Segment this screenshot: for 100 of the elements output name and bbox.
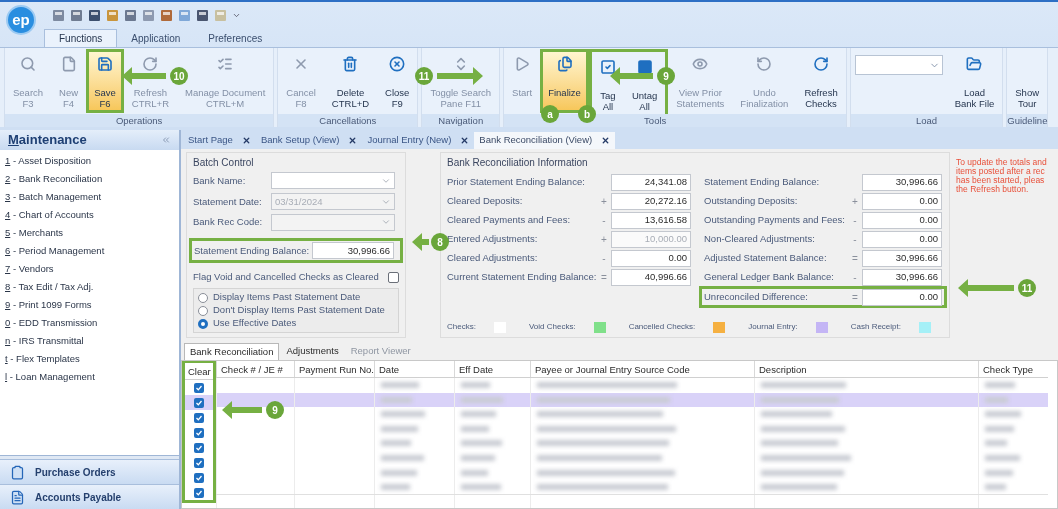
readonly-field[interactable]: 0.00 xyxy=(862,192,942,210)
ribbon-tab[interactable]: Functions xyxy=(44,29,118,47)
panel-title: Batch Control xyxy=(193,156,255,170)
close-icon[interactable] xyxy=(348,136,358,145)
ribbon-button[interactable]: Delete CTRL+D xyxy=(323,49,378,113)
ribbon-button[interactable]: Refresh Checks xyxy=(796,49,846,113)
radio-button[interactable] xyxy=(198,305,208,316)
readonly-field[interactable]: 20,272.16 xyxy=(611,192,691,210)
checkbox[interactable] xyxy=(194,412,204,423)
field-label: Entered Adjustments: xyxy=(447,231,539,246)
readonly-field[interactable]: 30,996.66 xyxy=(862,249,942,267)
legend-label: Cash Receipt: xyxy=(850,321,901,333)
readonly-field[interactable]: 0.00 xyxy=(862,288,942,306)
toolbar-icon[interactable] xyxy=(124,8,137,22)
callout-arrow xyxy=(958,279,1014,297)
menu-item[interactable]: 1 - Asset Disposition xyxy=(5,152,179,170)
group-label: Tools xyxy=(644,115,667,126)
note-text: has been started, pleas xyxy=(956,176,1046,185)
readonly-field[interactable]: 40,996.66 xyxy=(611,268,691,286)
close-icon[interactable] xyxy=(460,136,470,145)
group-label: Load xyxy=(915,115,938,126)
field-label: Statement Date: xyxy=(193,194,263,209)
toolbar-icon[interactable] xyxy=(52,8,65,22)
sign-text: = xyxy=(600,270,608,285)
blurred-text xyxy=(985,469,1013,476)
column-header[interactable]: Eff Date xyxy=(454,361,530,377)
menu-item[interactable]: 7 - Vendors xyxy=(5,260,179,278)
menu-item[interactable]: t - Flex Templates xyxy=(5,350,179,368)
document-tab[interactable]: Journal Entry (New) xyxy=(362,132,475,149)
menu-item[interactable]: 2 - Bank Reconciliation xyxy=(5,170,179,188)
callout-arrow xyxy=(437,67,483,85)
blurred-text xyxy=(461,382,490,389)
menu-item[interactable]: 0 - EDD Transmission xyxy=(5,314,179,332)
checkbox[interactable] xyxy=(194,397,204,408)
group-label: Navigation xyxy=(438,115,484,126)
menu-item[interactable]: 3 - Batch Management xyxy=(5,188,179,206)
ribbon-tab[interactable]: Preferences xyxy=(194,29,277,47)
sign-text: + xyxy=(851,194,859,209)
column-header[interactable]: Date xyxy=(374,361,454,377)
legend-label: Void Checks: xyxy=(528,321,576,333)
menu-item[interactable]: 5 - Merchants xyxy=(5,224,179,242)
close-icon[interactable] xyxy=(601,136,611,145)
field-label: Outstanding Payments and Fees: xyxy=(704,212,846,227)
legend-label: Cancelled Checks: xyxy=(628,321,696,333)
ribbon-button[interactable]: Save F6 xyxy=(86,49,124,113)
readonly-field[interactable]: 13,616.58 xyxy=(611,211,691,229)
ribbon-tab[interactable]: Application xyxy=(117,29,195,47)
menu-item[interactable]: 9 - Print 1099 Forms xyxy=(5,296,179,314)
document-tab[interactable]: Bank Reconciliation (View) xyxy=(474,132,616,149)
column-header[interactable]: Payment Run No. xyxy=(294,361,374,377)
menu-item[interactable]: l - Loan Management xyxy=(5,368,179,386)
checkbox[interactable] xyxy=(194,382,204,393)
sign-text: - xyxy=(601,251,607,266)
checkbox[interactable] xyxy=(194,487,204,498)
section-tab[interactable]: Adjustments xyxy=(281,343,344,360)
column-header[interactable]: Check Type xyxy=(978,361,1048,377)
checkbox[interactable] xyxy=(194,442,204,453)
close-icon[interactable] xyxy=(241,136,251,145)
readonly-field[interactable]: 24,341.08 xyxy=(611,173,691,191)
document-tab[interactable]: Start Page xyxy=(183,132,256,149)
checkbox[interactable] xyxy=(388,271,399,283)
section-tab[interactable]: Bank Reconciliation xyxy=(184,343,280,360)
toolbar-icon[interactable] xyxy=(160,8,173,22)
toolbar-icon[interactable] xyxy=(70,8,83,22)
ribbon-button[interactable]: Load Bank File xyxy=(946,49,1003,113)
checkbox[interactable] xyxy=(194,427,204,438)
readonly-field[interactable]: 30,996.66 xyxy=(862,173,942,191)
module-button[interactable]: Accounts Payable xyxy=(0,484,179,509)
toolbar-icon[interactable] xyxy=(196,8,209,22)
field-label: Unreconciled Difference: xyxy=(704,289,809,304)
input-field[interactable]: 30,996.66 xyxy=(312,242,394,260)
eye-icon xyxy=(692,56,709,72)
ribbon-button[interactable]: Close F9 xyxy=(377,49,418,113)
ribbon-button[interactable]: Show Tour xyxy=(1007,49,1048,113)
documents-icon xyxy=(556,56,573,72)
blurred-text xyxy=(381,455,424,461)
menu-item[interactable]: 6 - Period Management xyxy=(5,242,179,260)
readonly-field[interactable]: 0.00 xyxy=(611,249,691,267)
toolbar-icon[interactable] xyxy=(88,8,101,22)
checkbox[interactable] xyxy=(194,472,204,483)
menu-item[interactable]: 4 - Chart of Accounts xyxy=(5,206,179,224)
readonly-field[interactable]: 0.00 xyxy=(862,230,942,248)
document-tab[interactable]: Bank Setup (View) xyxy=(255,132,363,149)
column-header[interactable]: Payee or Journal Entry Source Code xyxy=(530,361,754,377)
blurred-text xyxy=(381,411,425,418)
square-icon xyxy=(636,59,653,75)
readonly-field[interactable]: 30,996.66 xyxy=(862,268,942,286)
menu-item[interactable]: 8 - Tax Edit / Tax Adj. xyxy=(5,278,179,296)
blurred-text xyxy=(381,425,418,432)
trash-icon xyxy=(342,56,359,72)
group-label: Operations xyxy=(115,115,163,126)
column-header[interactable]: Check # / JE # xyxy=(216,361,294,377)
radio-button[interactable] xyxy=(198,292,208,303)
module-button[interactable]: Purchase Orders xyxy=(0,459,179,484)
column-header[interactable]: Description xyxy=(754,361,978,377)
menu-item[interactable]: n - IRS Transmittal xyxy=(5,332,179,350)
blurred-text xyxy=(985,425,1014,432)
checkbox[interactable] xyxy=(194,457,204,468)
readonly-field[interactable]: 0.00 xyxy=(862,211,942,229)
radio-button[interactable] xyxy=(198,318,208,329)
